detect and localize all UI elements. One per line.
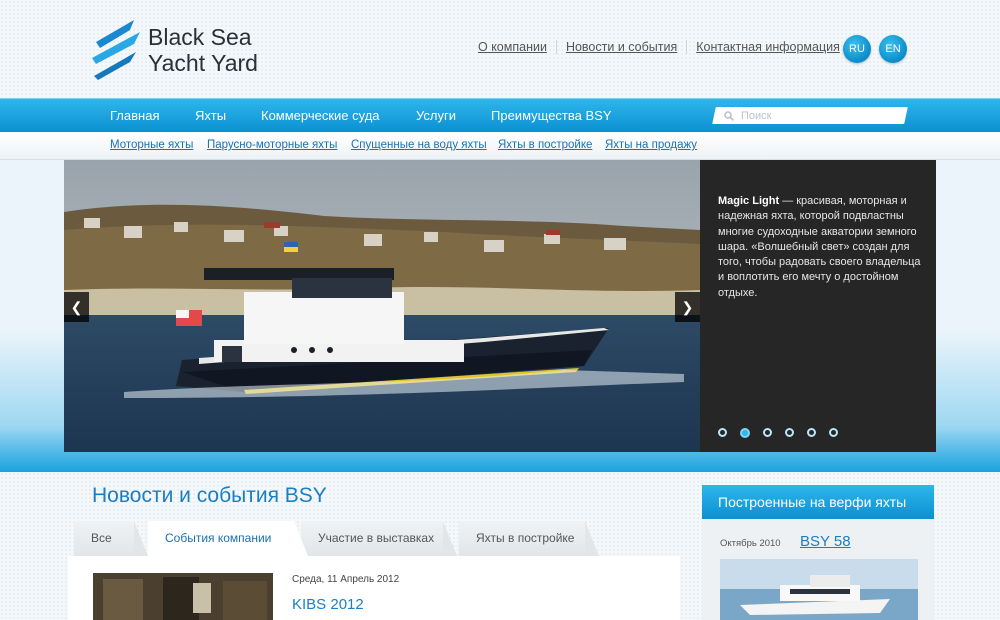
caption-text: — красивая, моторная и надежная яхта, ко…: [718, 195, 921, 299]
sub-nav-motor-yachts[interactable]: Моторные яхты: [110, 139, 193, 151]
chevron-left-icon: ❮: [70, 299, 83, 315]
slider-prev-button[interactable]: ❮: [64, 292, 89, 322]
hero-photo: ❮ ❯: [64, 160, 700, 452]
slider-dots: [718, 428, 851, 438]
tab-under-construction[interactable]: Яхты в постройке: [459, 521, 599, 556]
slider-dot[interactable]: [763, 428, 772, 437]
sub-nav: Моторные яхты Парусно-моторные яхты Спущ…: [0, 132, 1000, 160]
tab-exhibitions[interactable]: Участие в выставках: [301, 521, 457, 556]
logo-line1: Black Sea: [148, 24, 252, 50]
sub-nav-motor-sailing[interactable]: Парусно-моторные яхты: [207, 139, 337, 151]
built-yachts-title: Построенные на верфи яхты: [702, 485, 934, 519]
news-headline-link[interactable]: KIBS 2012: [292, 596, 364, 613]
top-links: О компании Новости и события Контактная …: [478, 40, 849, 54]
news-section-title: Новости и события BSY: [92, 484, 327, 507]
top-link-contacts[interactable]: Контактная информация: [687, 40, 849, 54]
search-icon: [724, 110, 734, 121]
news-date: Среда, 11 Апрель 2012: [292, 574, 400, 585]
nav-item-home[interactable]: Главная: [110, 99, 159, 133]
tab-all[interactable]: Все: [74, 521, 148, 556]
sub-nav-launched[interactable]: Спущенные на воду яхты: [351, 139, 487, 151]
top-link-about[interactable]: О компании: [478, 40, 556, 54]
built-yachts-box: Построенные на верфи яхты Октябрь 2010 B…: [702, 485, 934, 620]
slider-dot[interactable]: [718, 428, 727, 437]
news-thumb-image: [93, 573, 273, 620]
built-yacht-photo[interactable]: [720, 559, 918, 620]
slider-dot[interactable]: [807, 428, 816, 437]
nav-item-advantages[interactable]: Преимущества BSY: [491, 99, 612, 133]
hero-slider: ❮ ❯ Magic Light — красивая, моторная и н…: [64, 160, 936, 452]
sub-nav-for-sale[interactable]: Яхты на продажу: [605, 139, 697, 151]
logo[interactable]: Black Sea Yacht Yard: [90, 18, 270, 80]
built-yacht-image: [720, 559, 918, 620]
slider-dot-active[interactable]: [740, 428, 750, 438]
logo-line2: Yacht Yard: [148, 50, 258, 76]
slider-caption: Magic Light — красивая, моторная и надеж…: [700, 160, 936, 452]
main-nav: Главная Яхты Коммерческие суда Услуги Пр…: [0, 98, 1000, 132]
slider-dot[interactable]: [829, 428, 838, 437]
nav-item-yachts[interactable]: Яхты: [195, 99, 226, 133]
slider-dot[interactable]: [785, 428, 794, 437]
lang-ru-button[interactable]: RU: [843, 35, 871, 63]
lang-en-button[interactable]: EN: [879, 35, 907, 63]
news-thumbnail[interactable]: [93, 573, 273, 620]
search-placeholder: Поиск: [741, 109, 772, 122]
built-yacht-link[interactable]: BSY 58: [800, 533, 851, 550]
nav-item-commercial[interactable]: Коммерческие суда: [261, 99, 380, 133]
site-header: Black Sea Yacht Yard О компании Новости …: [0, 0, 1000, 98]
logo-wave-icon: [92, 20, 140, 80]
news-panel: Среда, 11 Апрель 2012 KIBS 2012: [68, 556, 680, 620]
built-yacht-date: Октябрь 2010: [720, 538, 781, 549]
yacht-photo: [64, 160, 700, 452]
sub-nav-under-construction[interactable]: Яхты в постройке: [498, 139, 592, 151]
top-link-news[interactable]: Новости и события: [557, 40, 686, 54]
tab-company-events[interactable]: События компании: [148, 521, 308, 556]
slider-next-button[interactable]: ❯: [675, 292, 700, 322]
logo-text: Black Sea Yacht Yard: [148, 24, 258, 76]
chevron-right-icon: ❯: [681, 299, 694, 315]
search-field-content: Поиск: [724, 107, 771, 124]
caption-title: Magic Light: [718, 195, 780, 207]
nav-item-services[interactable]: Услуги: [416, 99, 456, 133]
